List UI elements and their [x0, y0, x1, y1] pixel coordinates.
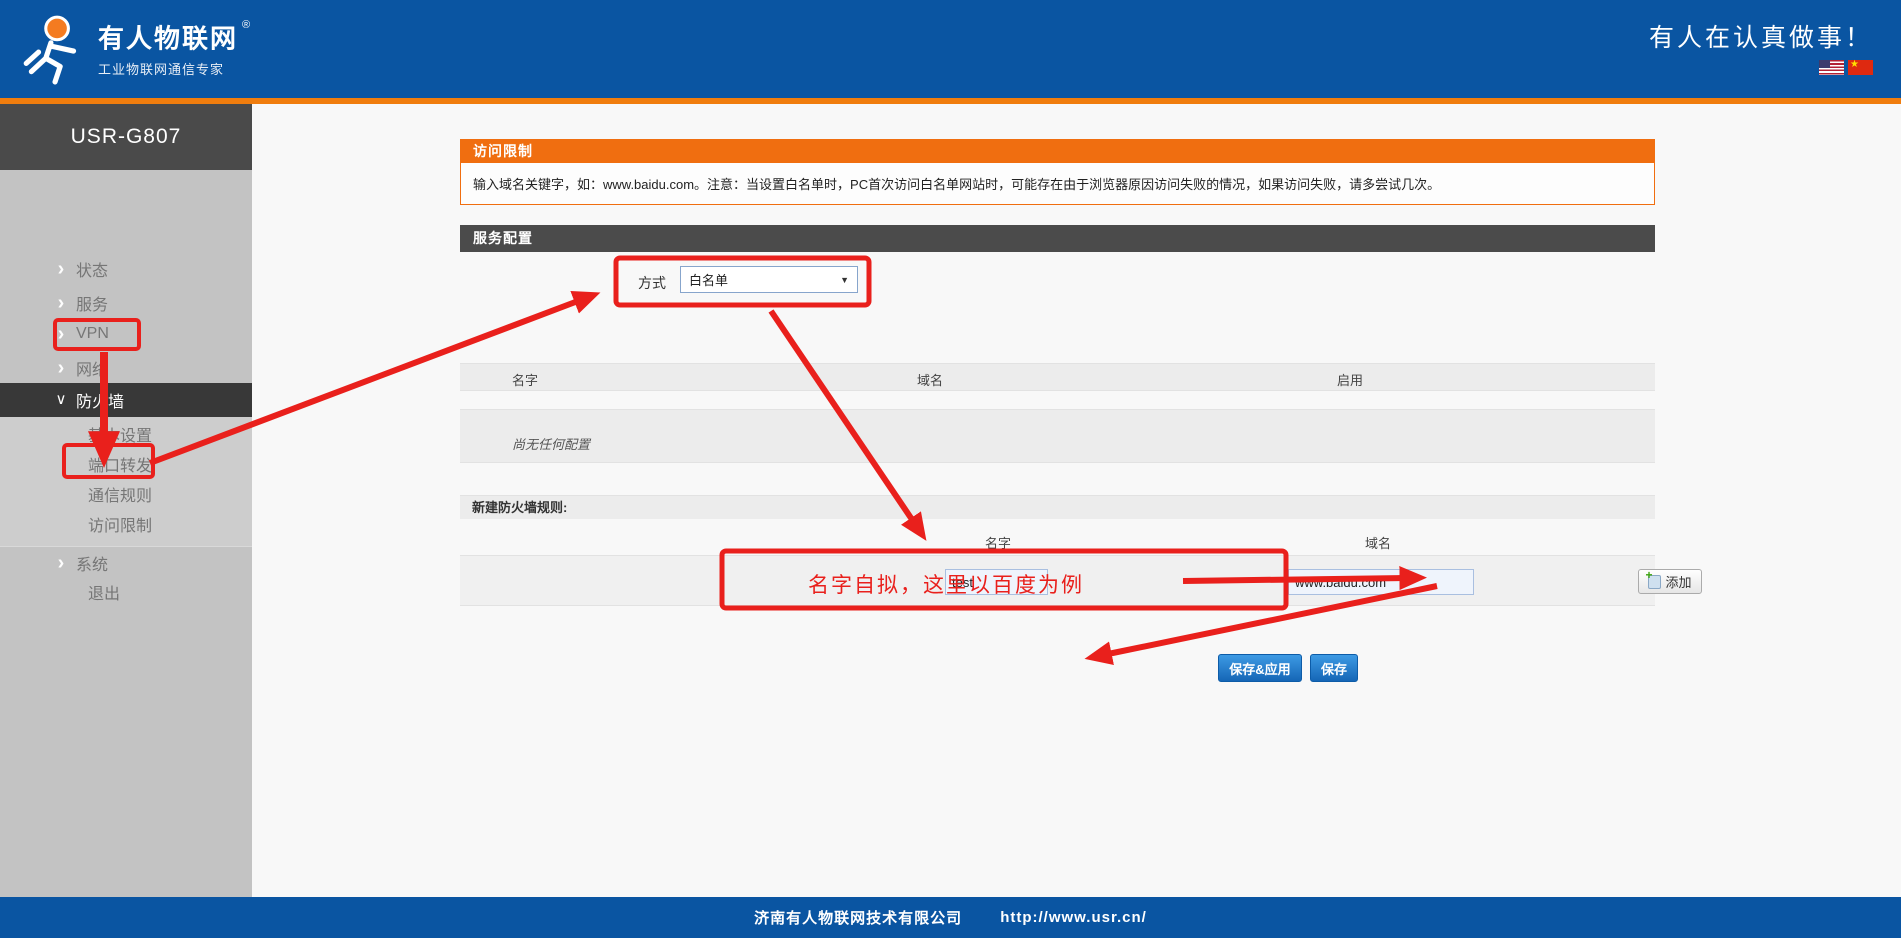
sidebar-item-system[interactable]: ›系统	[0, 548, 252, 578]
mode-label: 方式	[638, 273, 666, 293]
sidebar-subitem-traffic-rules[interactable]: 通信规则	[0, 479, 252, 509]
new-rule-column-name: 名字	[985, 533, 1011, 552]
sidebar: USR-G807 ›状态 ›服务 ›VPN ›网络 ∨防火墙 基本设置 端口转发…	[0, 104, 252, 897]
cn-flag-icon[interactable]: ★	[1848, 60, 1873, 75]
main-content: 访问限制 输入域名关键字，如：www.baidu.com。注意：当设置白名单时，…	[252, 104, 1901, 897]
rule-domain-input[interactable]	[1288, 569, 1474, 595]
mode-row: 方式 白名单 ▼	[460, 260, 1655, 306]
sidebar-item-status[interactable]: ›状态	[0, 252, 252, 286]
brand-name: 有人物联网	[98, 23, 238, 53]
add-button-label: 添加	[1665, 572, 1691, 591]
column-enable: 启用	[1337, 370, 1363, 389]
sidebar-subitem-basic-settings[interactable]: 基本设置	[0, 419, 252, 449]
star-icon: ★	[1850, 57, 1859, 72]
header-slogan: 有人在认真做事！	[1649, 23, 1873, 53]
footer-company: 济南有人物联网技术有限公司	[754, 907, 962, 928]
dropdown-arrow-icon: ▼	[840, 275, 849, 285]
chevron-down-icon: ∨	[48, 392, 74, 408]
sidebar-item-vpn[interactable]: ›VPN	[0, 317, 252, 351]
rules-table-empty-row: 尚无任何配置	[460, 409, 1655, 463]
brand-logo: 有人物联网® 工业物联网通信专家	[18, 13, 248, 85]
access-restriction-description: 输入域名关键字，如：www.baidu.com。注意：当设置白名单时，PC首次访…	[460, 163, 1655, 205]
rule-name-input[interactable]	[945, 569, 1048, 595]
new-rule-row: + 添加	[460, 555, 1655, 606]
chevron-right-icon: ›	[48, 261, 74, 277]
mode-selected-value: 白名单	[689, 270, 728, 289]
us-flag-icon[interactable]	[1819, 60, 1844, 75]
column-domain: 域名	[917, 370, 943, 389]
new-rule-column-domain: 域名	[1365, 533, 1391, 552]
registered-mark: ®	[242, 19, 252, 31]
brand-tagline: 工业物联网通信专家	[98, 59, 248, 78]
footer: 济南有人物联网技术有限公司 http://www.usr.cn/	[0, 897, 1901, 938]
sidebar-item-logout[interactable]: 退出	[0, 577, 252, 607]
add-button[interactable]: + 添加	[1638, 569, 1702, 594]
action-buttons: 保存&应用 保存	[460, 654, 1655, 684]
footer-url[interactable]: http://www.usr.cn/	[1000, 909, 1147, 926]
page: 有人物联网® 工业物联网通信专家 有人在认真做事！ ★ USR-G807 ›状态…	[0, 0, 1901, 938]
sidebar-divider	[0, 546, 252, 547]
chevron-right-icon: ›	[48, 295, 74, 311]
save-button[interactable]: 保存	[1310, 654, 1358, 682]
service-config-title: 服务配置	[460, 225, 1655, 252]
new-rule-title: 新建防火墙规则:	[460, 495, 1655, 519]
device-title: USR-G807	[0, 104, 252, 170]
new-rule-header: 名字 域名	[460, 525, 1655, 555]
sidebar-item-firewall[interactable]: ∨防火墙	[0, 383, 252, 417]
chevron-right-icon: ›	[48, 360, 74, 376]
chevron-right-icon: ›	[48, 555, 74, 571]
sidebar-item-services[interactable]: ›服务	[0, 286, 252, 320]
add-document-icon: +	[1648, 575, 1661, 589]
top-header: 有人物联网® 工业物联网通信专家 有人在认真做事！ ★	[0, 0, 1901, 98]
sidebar-subitem-access-restrict[interactable]: 访问限制	[0, 509, 252, 539]
rules-table-header: 名字 域名 启用	[460, 363, 1655, 391]
save-apply-button[interactable]: 保存&应用	[1218, 654, 1302, 682]
access-restriction-title: 访问限制	[460, 139, 1655, 163]
sidebar-subitem-port-forward[interactable]: 端口转发	[0, 449, 252, 479]
chevron-right-icon: ›	[48, 326, 74, 342]
sidebar-item-network[interactable]: ›网络	[0, 351, 252, 385]
mode-select[interactable]: 白名单 ▼	[680, 266, 858, 293]
column-name: 名字	[512, 370, 538, 389]
person-figure-icon	[18, 13, 90, 85]
